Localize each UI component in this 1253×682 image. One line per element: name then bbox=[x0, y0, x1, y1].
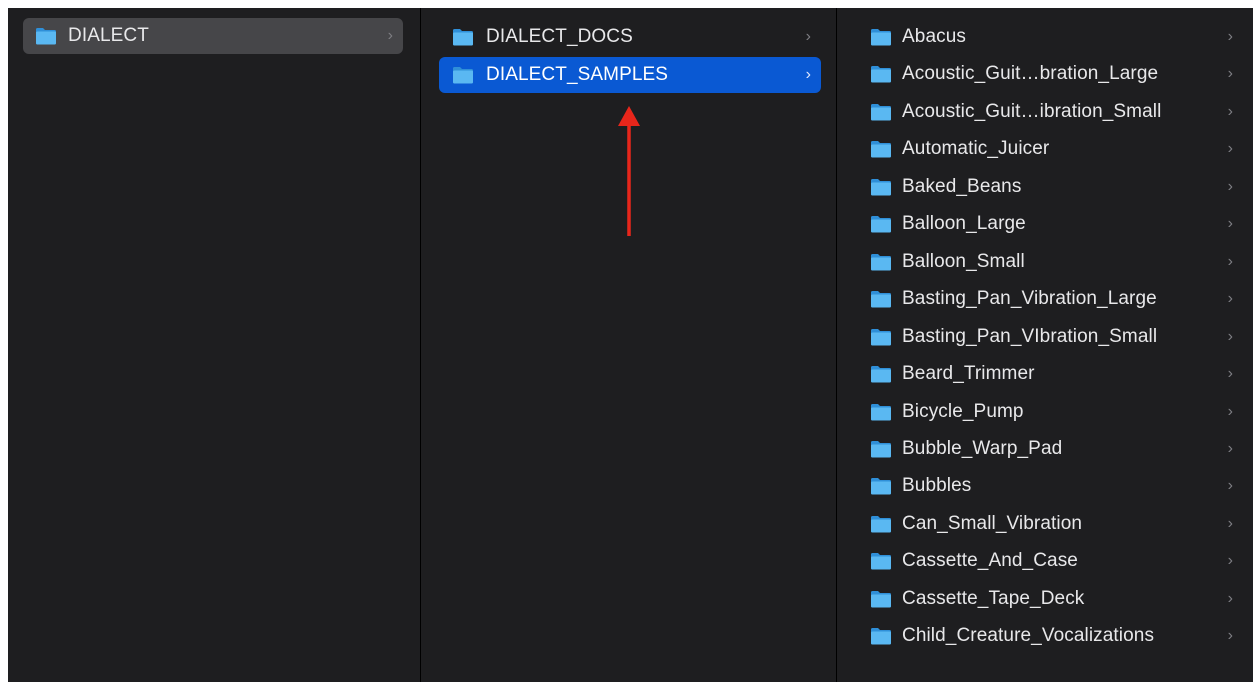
chevron-right-icon: › bbox=[1227, 365, 1233, 382]
folder-icon bbox=[36, 28, 56, 45]
folder-icon bbox=[871, 628, 891, 645]
folder-icon bbox=[871, 591, 891, 608]
chevron-right-icon: › bbox=[1227, 515, 1233, 532]
folder-label: DIALECT_DOCS bbox=[486, 26, 633, 47]
chevron-right-icon: › bbox=[1227, 403, 1233, 420]
folder-icon bbox=[871, 254, 891, 271]
folder-icon bbox=[871, 366, 891, 383]
folder-icon bbox=[871, 179, 891, 196]
folder-icon bbox=[871, 66, 891, 83]
folder-icon bbox=[453, 29, 473, 46]
folder-row[interactable]: Abacus › bbox=[860, 19, 1245, 55]
chevron-right-icon: › bbox=[1227, 103, 1233, 120]
column-1: DIALECT › bbox=[8, 8, 420, 682]
folder-row-dialect-samples[interactable]: DIALECT_SAMPLES › bbox=[439, 57, 821, 93]
folder-row-dialect[interactable]: DIALECT › bbox=[23, 18, 403, 54]
folder-row[interactable]: Bubble_Warp_Pad › bbox=[860, 431, 1245, 467]
folder-row[interactable]: Baked_Beans › bbox=[860, 169, 1245, 205]
column-divider[interactable] bbox=[836, 8, 837, 682]
folder-row[interactable]: Acoustic_Guit…ibration_Small › bbox=[860, 94, 1245, 130]
folder-label: Bicycle_Pump bbox=[902, 401, 1024, 422]
folder-icon bbox=[871, 329, 891, 346]
chevron-right-icon: › bbox=[1227, 477, 1233, 494]
chevron-right-icon: › bbox=[1227, 552, 1233, 569]
folder-label: Automatic_Juicer bbox=[902, 138, 1050, 159]
folder-row[interactable]: Child_Creature_Vocalizations › bbox=[860, 618, 1245, 654]
folder-icon bbox=[871, 104, 891, 121]
folder-label: Beard_Trimmer bbox=[902, 363, 1035, 384]
folder-icon bbox=[871, 291, 891, 308]
folder-label: Abacus bbox=[902, 26, 966, 47]
folder-label: Child_Creature_Vocalizations bbox=[902, 625, 1155, 646]
chevron-right-icon: › bbox=[1227, 65, 1233, 82]
chevron-right-icon: › bbox=[805, 28, 811, 45]
folder-icon bbox=[871, 516, 891, 533]
folder-label: Acoustic_Guit…bration_Large bbox=[902, 63, 1159, 84]
folder-label: Bubbles bbox=[902, 475, 972, 496]
chevron-right-icon: › bbox=[1227, 590, 1233, 607]
chevron-right-icon: › bbox=[1227, 290, 1233, 307]
chevron-right-icon: › bbox=[1227, 215, 1233, 232]
folder-row[interactable]: Beard_Trimmer › bbox=[860, 356, 1245, 392]
folder-row[interactable]: Automatic_Juicer › bbox=[860, 131, 1245, 167]
finder-column-view: DIALECT › DIALECT_DOCS › DIALECT_SAMPLES… bbox=[8, 8, 1253, 682]
folder-icon bbox=[871, 29, 891, 46]
folder-row[interactable]: Basting_Pan_Vibration_Large › bbox=[860, 281, 1245, 317]
chevron-right-icon: › bbox=[1227, 178, 1233, 195]
column-divider[interactable] bbox=[420, 8, 421, 682]
chevron-right-icon: › bbox=[1227, 627, 1233, 644]
chevron-right-icon: › bbox=[1227, 140, 1233, 157]
chevron-right-icon: › bbox=[387, 27, 393, 44]
folder-label: Baked_Beans bbox=[902, 176, 1022, 197]
folder-row[interactable]: Basting_Pan_VIbration_Small › bbox=[860, 319, 1245, 355]
folder-icon bbox=[871, 216, 891, 233]
folder-row[interactable]: Cassette_Tape_Deck › bbox=[860, 581, 1245, 617]
folder-row[interactable]: Bubbles › bbox=[860, 468, 1245, 504]
chevron-right-icon: › bbox=[805, 66, 811, 83]
folder-label: Bubble_Warp_Pad bbox=[902, 438, 1063, 459]
folder-label: Balloon_Small bbox=[902, 251, 1025, 272]
folder-label: Balloon_Large bbox=[902, 213, 1026, 234]
folder-icon bbox=[453, 67, 473, 84]
folder-label: Can_Small_Vibration bbox=[902, 513, 1083, 534]
folder-icon bbox=[871, 478, 891, 495]
folder-row[interactable]: Acoustic_Guit…bration_Large › bbox=[860, 56, 1245, 92]
folder-row-dialect-docs[interactable]: DIALECT_DOCS › bbox=[439, 19, 821, 55]
annotation-arrow-icon bbox=[618, 106, 640, 236]
folder-row[interactable]: Balloon_Small › bbox=[860, 244, 1245, 280]
folder-row[interactable]: Can_Small_Vibration › bbox=[860, 506, 1245, 542]
folder-label: Basting_Pan_VIbration_Small bbox=[902, 326, 1158, 347]
chevron-right-icon: › bbox=[1227, 28, 1233, 45]
chevron-right-icon: › bbox=[1227, 253, 1233, 270]
folder-label: Cassette_Tape_Deck bbox=[902, 588, 1085, 609]
folder-row[interactable]: Bicycle_Pump › bbox=[860, 394, 1245, 430]
folder-label: Basting_Pan_Vibration_Large bbox=[902, 288, 1157, 309]
folder-row[interactable]: Balloon_Large › bbox=[860, 206, 1245, 242]
folder-icon bbox=[871, 404, 891, 421]
folder-label: Acoustic_Guit…ibration_Small bbox=[902, 101, 1162, 122]
folder-label: DIALECT_SAMPLES bbox=[486, 64, 669, 85]
folder-label: Cassette_And_Case bbox=[902, 550, 1078, 571]
folder-label: DIALECT bbox=[68, 25, 149, 46]
chevron-right-icon: › bbox=[1227, 328, 1233, 345]
column-3: Abacus › Acoustic_Guit…bration_Large › Acous… bbox=[838, 8, 1253, 682]
folder-row[interactable]: Cassette_And_Case › bbox=[860, 543, 1245, 579]
folder-icon bbox=[871, 553, 891, 570]
chevron-right-icon: › bbox=[1227, 440, 1233, 457]
folder-icon bbox=[871, 441, 891, 458]
folder-icon bbox=[871, 141, 891, 158]
